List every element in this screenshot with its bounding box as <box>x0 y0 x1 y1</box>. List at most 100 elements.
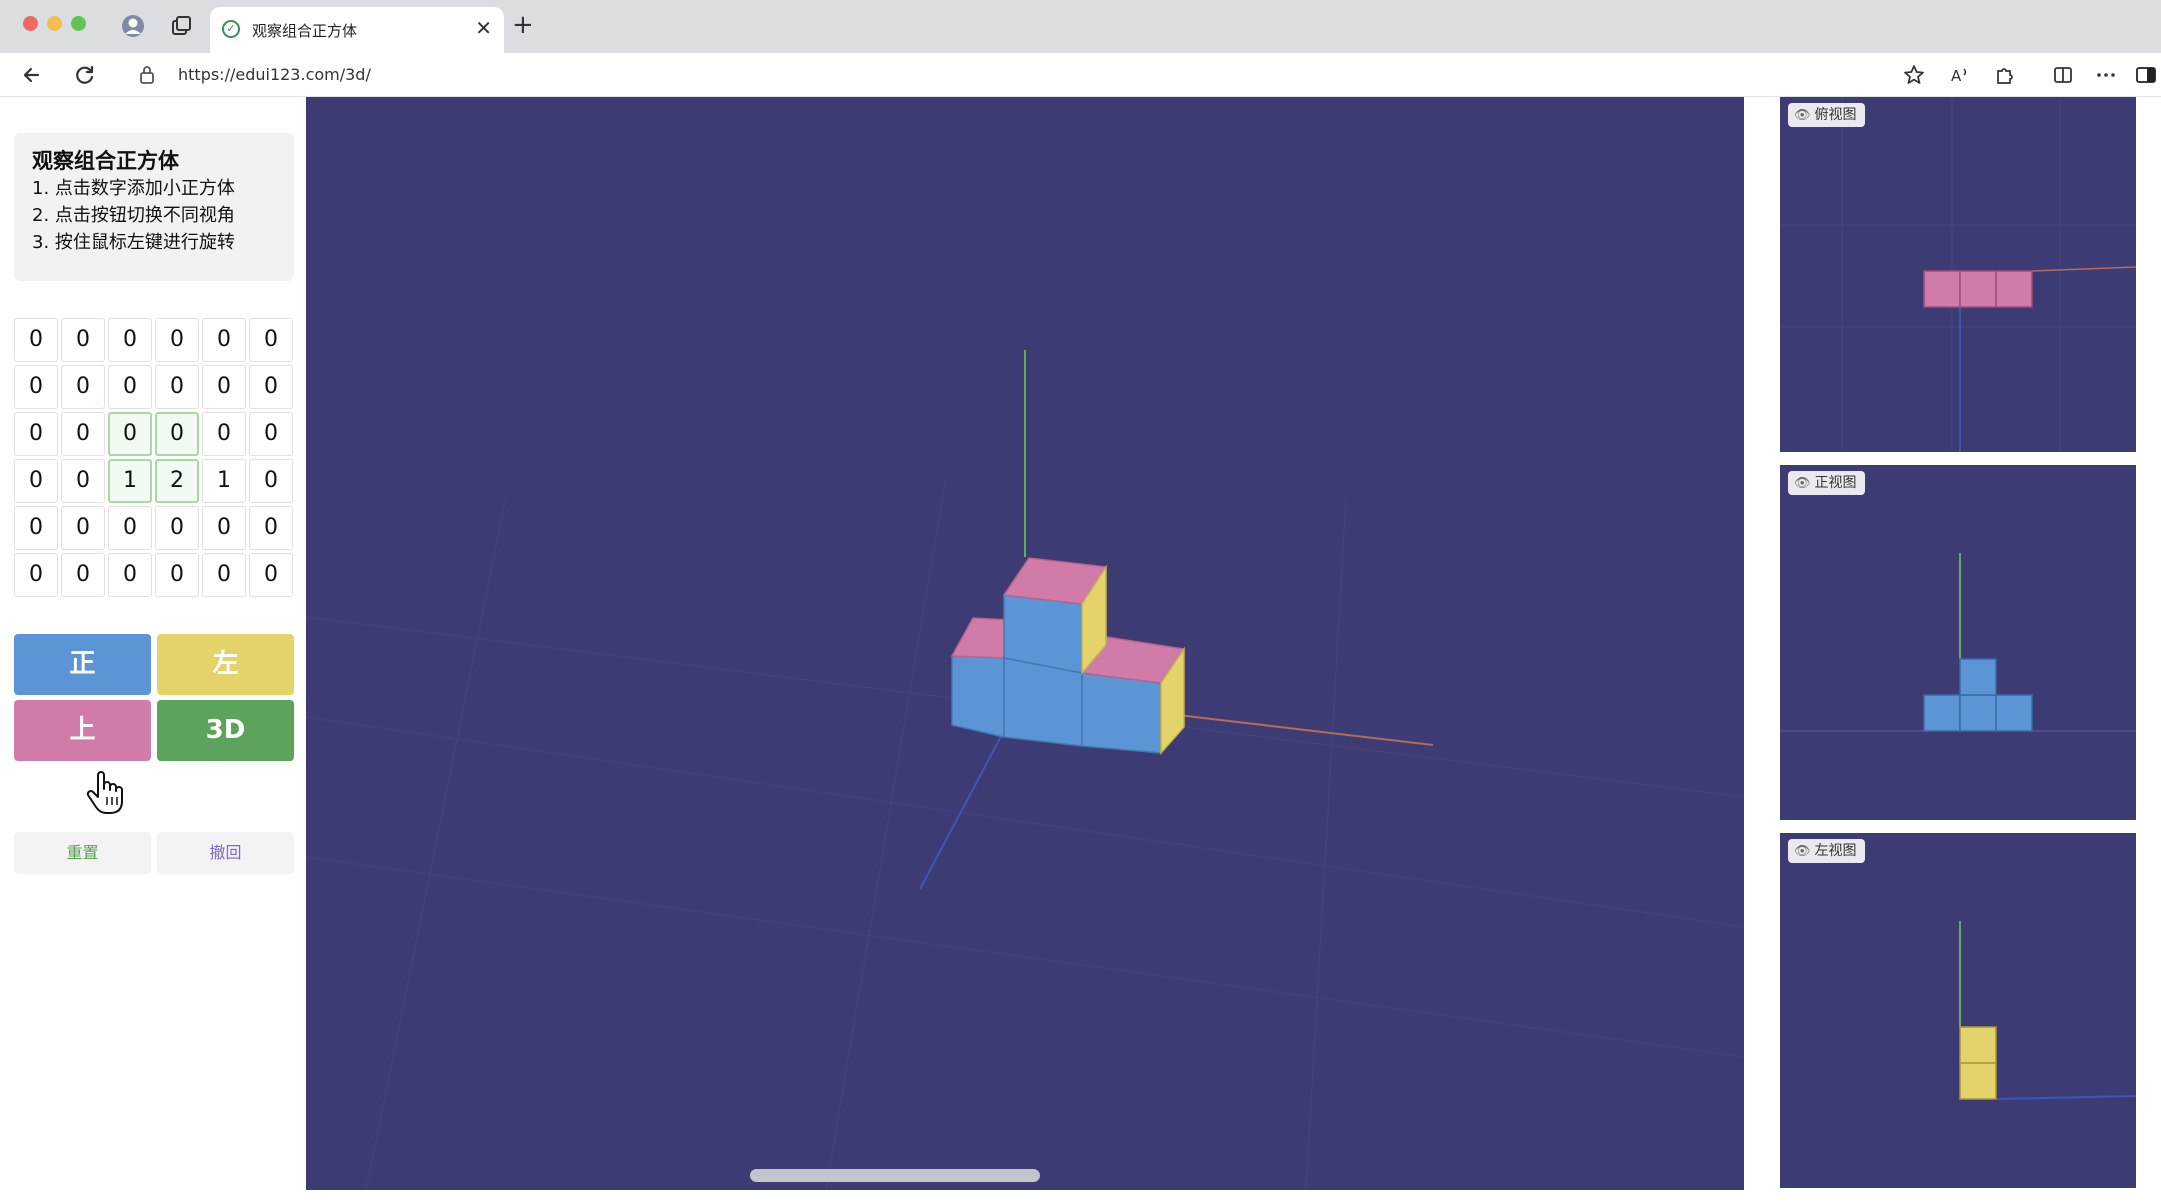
top-view-button[interactable]: 上 <box>14 700 151 761</box>
grid-cell[interactable]: 0 <box>202 506 246 550</box>
front-view-square <box>1995 694 2033 732</box>
top-view-square <box>1923 270 1961 308</box>
grid-cell[interactable]: 0 <box>249 318 293 362</box>
grid-cell[interactable]: 0 <box>61 553 105 597</box>
tab-actions-icon[interactable] <box>167 12 195 40</box>
eye-icon: 👁 <box>1794 844 1811 859</box>
front-view-square <box>1959 658 1997 696</box>
lock-icon[interactable] <box>138 60 156 100</box>
split-screen-icon[interactable] <box>2048 60 2078 90</box>
grid-cell-highlighted[interactable]: 2 <box>155 459 199 503</box>
browser-titlebar: ✓ 观察组合正方体 ✕ + <box>0 0 2161 53</box>
grid-cell[interactable]: 0 <box>61 365 105 409</box>
grid-cell[interactable]: 0 <box>108 318 152 362</box>
reload-icon[interactable] <box>70 60 100 90</box>
grid-cell[interactable]: 0 <box>14 506 58 550</box>
url-field[interactable]: https://edui123.com/3d/ <box>178 65 371 84</box>
grid-cell[interactable]: 0 <box>61 412 105 456</box>
top-view-scene <box>1780 97 2136 452</box>
grid-cell-highlighted[interactable]: 1 <box>108 459 152 503</box>
eye-icon: 👁 <box>1794 476 1811 491</box>
grid-cell[interactable]: 0 <box>249 412 293 456</box>
grid-cell[interactable]: 0 <box>14 365 58 409</box>
front-view-square <box>1923 694 1961 732</box>
front-view-square <box>1959 694 1997 732</box>
grid-cell[interactable]: 0 <box>202 553 246 597</box>
profile-icon[interactable] <box>119 12 147 40</box>
grid-cell[interactable]: 0 <box>155 318 199 362</box>
left-view-label: 👁 左视图 <box>1788 839 1865 863</box>
address-bar: https://edui123.com/3d/ A <box>0 53 2161 97</box>
grid-cell[interactable]: 0 <box>61 318 105 362</box>
front-view-button[interactable]: 正 <box>14 634 151 695</box>
top-view-panel[interactable]: 👁 俯视图 <box>1780 97 2136 452</box>
x-axis <box>1177 714 1434 746</box>
grid-cell[interactable]: 0 <box>155 365 199 409</box>
browser-tab[interactable]: ✓ 观察组合正方体 ✕ <box>210 7 504 53</box>
horizontal-scrollbar[interactable] <box>750 1169 1040 1182</box>
maximize-window-button[interactable] <box>71 16 86 31</box>
instruction-step: 1. 点击数字添加小正方体 <box>32 178 235 199</box>
grid-cell[interactable]: 0 <box>61 506 105 550</box>
hand-cursor-icon <box>86 769 126 817</box>
grid-cell[interactable]: 0 <box>249 506 293 550</box>
undo-button[interactable]: 撤回 <box>157 832 294 874</box>
3d-view-button[interactable]: 3D <box>157 700 294 761</box>
instruction-step: 3. 按住鼠标左键进行旋转 <box>32 232 235 253</box>
more-menu-icon[interactable] <box>2091 60 2121 90</box>
grid-cell[interactable]: 0 <box>202 412 246 456</box>
grid-cell-highlighted[interactable]: 0 <box>108 412 152 456</box>
grid-cell[interactable]: 0 <box>249 553 293 597</box>
top-view-label: 👁 俯视图 <box>1788 103 1865 127</box>
grid-cell[interactable]: 0 <box>202 318 246 362</box>
grid-cell[interactable]: 1 <box>202 459 246 503</box>
front-view-panel[interactable]: 👁 正视图 <box>1780 465 2136 820</box>
svg-text:A: A <box>1951 67 1962 85</box>
extensions-icon[interactable] <box>1989 60 2019 90</box>
left-view-square <box>1959 1026 1997 1064</box>
grid-cell[interactable]: 0 <box>108 506 152 550</box>
grid-cell[interactable]: 0 <box>14 412 58 456</box>
back-arrow-icon[interactable] <box>16 60 46 90</box>
grid-cell[interactable]: 0 <box>202 365 246 409</box>
grid-cell[interactable]: 0 <box>249 365 293 409</box>
grid-cell[interactable]: 0 <box>14 459 58 503</box>
3d-scene <box>306 350 1744 1190</box>
left-view-square <box>1959 1062 1997 1100</box>
grid-cell[interactable]: 0 <box>61 459 105 503</box>
minimize-window-button[interactable] <box>47 16 62 31</box>
front-view-label: 👁 正视图 <box>1788 471 1865 495</box>
tab-favicon-icon: ✓ <box>222 20 240 38</box>
grid-cell[interactable]: 0 <box>155 553 199 597</box>
left-view-panel[interactable]: 👁 左视图 <box>1780 833 2136 1188</box>
front-view-scene <box>1780 553 2136 732</box>
grid-cell[interactable]: 0 <box>108 553 152 597</box>
grid-cell[interactable]: 0 <box>14 553 58 597</box>
instructions-box: 观察组合正方体 1. 点击数字添加小正方体 2. 点击按钮切换不同视角 3. 按… <box>14 133 294 281</box>
cube-count-grid: 0 0 0 0 0 0 0 0 0 0 0 0 0 0 0 0 0 0 0 0 … <box>14 318 296 600</box>
grid-cell[interactable]: 0 <box>249 459 293 503</box>
tab-title: 观察组合正方体 <box>252 22 358 40</box>
instruction-step: 2. 点击按钮切换不同视角 <box>32 205 235 226</box>
sidebar-toggle-icon[interactable] <box>2131 60 2161 90</box>
grid-cell-highlighted[interactable]: 0 <box>155 412 199 456</box>
grid-cell[interactable]: 0 <box>155 506 199 550</box>
grid-cell[interactable]: 0 <box>14 318 58 362</box>
close-window-button[interactable] <box>23 16 38 31</box>
read-aloud-icon[interactable]: A <box>1945 60 1975 90</box>
cube-top <box>1002 557 1108 676</box>
instructions-title: 观察组合正方体 <box>32 149 179 173</box>
tab-close-icon[interactable]: ✕ <box>475 16 492 40</box>
control-panel: 观察组合正方体 1. 点击数字添加小正方体 2. 点击按钮切换不同视角 3. 按… <box>0 97 305 1204</box>
top-view-square <box>1959 270 1997 308</box>
favorite-star-icon[interactable] <box>1899 60 1929 90</box>
left-view-button[interactable]: 左 <box>157 634 294 695</box>
z-axis <box>919 726 1007 890</box>
3d-viewport[interactable] <box>306 97 1744 1190</box>
top-view-square <box>1995 270 2033 308</box>
new-tab-button[interactable]: + <box>512 11 534 39</box>
eye-icon: 👁 <box>1794 108 1811 123</box>
reset-button[interactable]: 重置 <box>14 832 151 874</box>
left-view-scene <box>1959 921 2136 1100</box>
grid-cell[interactable]: 0 <box>108 365 152 409</box>
